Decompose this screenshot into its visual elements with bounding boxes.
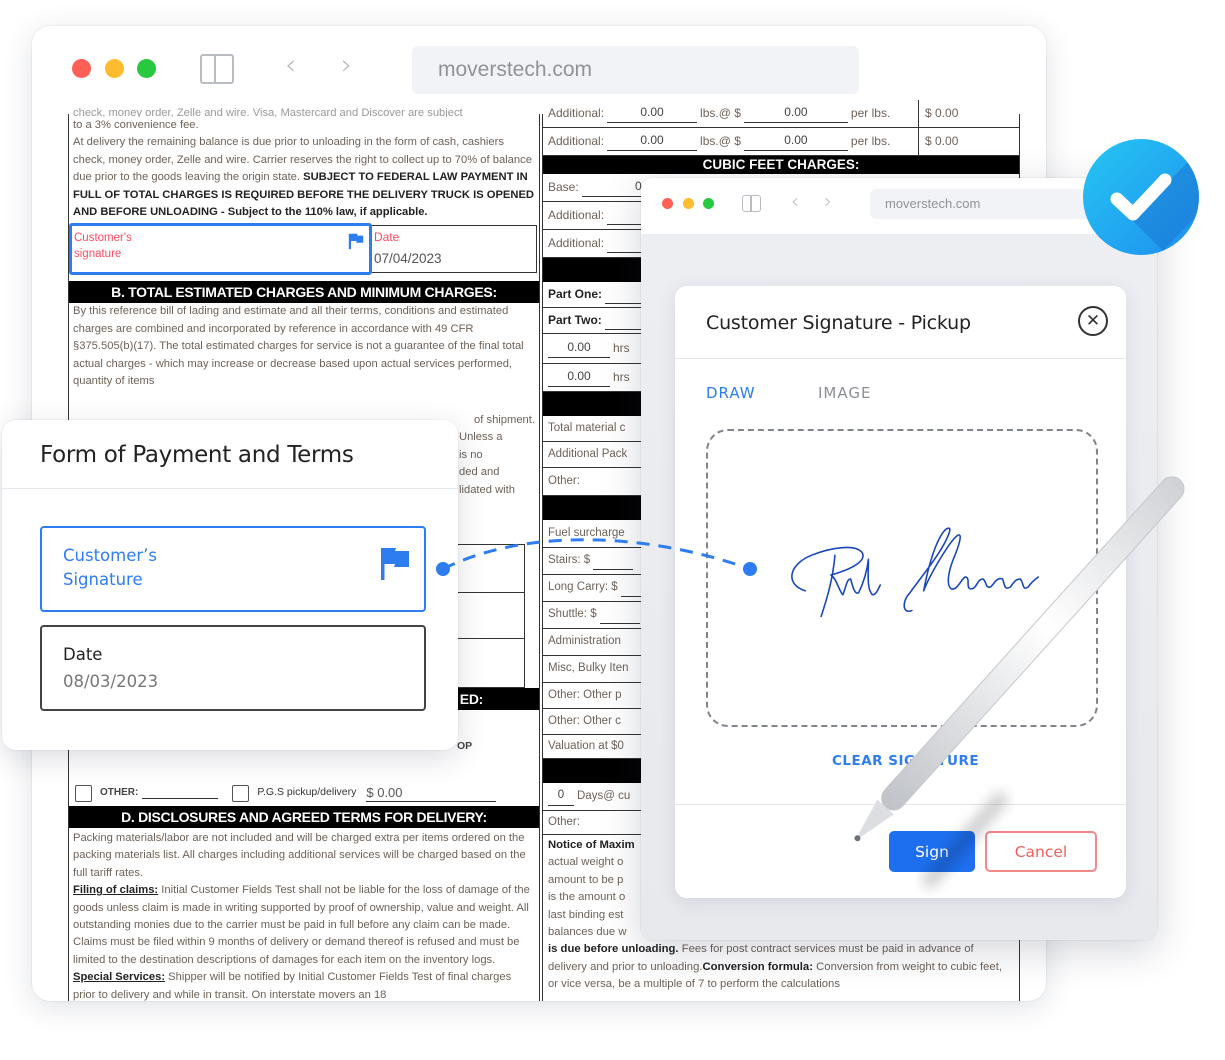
rate-value[interactable]: 0.00: [743, 132, 848, 151]
drawn-signature: [791, 527, 1039, 618]
row-total: $ 0.00: [918, 128, 1014, 155]
notice-continued: is due before unloading. Fees for post c…: [548, 941, 1014, 993]
payment-terms-text: At delivery the remaining balance is due…: [69, 134, 539, 221]
verified-check-icon: [1083, 139, 1199, 255]
rate-value[interactable]: 0.00: [743, 104, 848, 123]
special-services-label: Special Services:: [73, 971, 166, 984]
row-total: $ 0.00: [918, 100, 1014, 127]
clear-signature-link[interactable]: CLEAR SIGNATURE: [832, 753, 979, 769]
date-value: 07/04/2023: [374, 250, 442, 266]
forward-chevron-icon[interactable]: ›: [824, 189, 832, 213]
rate-unit: per lbs.: [850, 105, 891, 120]
tab-image[interactable]: IMAGE: [818, 384, 871, 402]
back-chevron-icon[interactable]: ‹: [285, 48, 296, 81]
front-browser-window: ‹ › moverstech.com Customer Signature - …: [641, 178, 1157, 940]
customer-signature-field[interactable]: Customer's signature: [69, 223, 372, 276]
close-icon[interactable]: ✕: [1078, 306, 1108, 336]
hours-unit: hrs: [613, 340, 630, 355]
pgs-amount: $ 0.00: [366, 784, 497, 803]
section-b-text: By this reference bill of lading and est…: [73, 305, 524, 388]
row-label: Additional:: [548, 105, 605, 120]
row-label: Additional:: [548, 207, 605, 222]
hours-unit: hrs: [613, 369, 630, 384]
other-input[interactable]: [142, 797, 219, 799]
special-services-text: Special Services: Shipper will be notifi…: [73, 969, 535, 1001]
modal-title: Customer Signature - Pickup: [706, 312, 971, 334]
card-title: Form of Payment and Terms: [40, 442, 354, 468]
terms-text: to a 3% convenience fee.: [73, 119, 199, 131]
conversion-label: Conversion formula:: [702, 960, 813, 973]
rate-unit: per lbs.: [850, 133, 891, 148]
close-window-button[interactable]: [662, 198, 673, 209]
lbs-unit: lbs.@ $: [700, 133, 741, 148]
customer-signature-label: Customer’s Signature: [63, 546, 157, 589]
terms-text-cut: check, money order, Zelle and wire. Visa…: [73, 107, 463, 117]
signature-modal: Customer Signature - Pickup ✕ DRAW IMAGE…: [675, 286, 1126, 898]
forward-chevron-icon[interactable]: ›: [341, 48, 352, 81]
lbs-unit: lbs.@ $: [700, 105, 741, 120]
option-text-fragment: OP: [457, 740, 473, 752]
flag-icon: [348, 234, 364, 250]
customer-signature-label: Customer's signature: [74, 232, 132, 261]
lbs-value[interactable]: 0.00: [607, 104, 698, 123]
maximize-window-button[interactable]: [703, 198, 714, 209]
hours-value[interactable]: 0.00: [548, 339, 610, 358]
back-chevron-icon[interactable]: ‹: [791, 189, 799, 213]
signature-date-field[interactable]: Date 07/04/2023: [372, 225, 537, 274]
row-label: Part Two:: [548, 312, 602, 327]
date-label: Date: [374, 230, 400, 245]
flag-icon: [381, 548, 409, 580]
sidebar-toggle-icon[interactable]: [742, 195, 761, 212]
filing-claims-body: Initial Customer Fields Test shall not b…: [73, 884, 530, 966]
close-window-button[interactable]: [72, 59, 91, 78]
signature-pad[interactable]: [706, 429, 1098, 727]
row-label: Additional:: [548, 235, 605, 250]
filing-claims-text: Filing of claims: Initial Customer Field…: [73, 882, 535, 969]
other-label: OTHER:: [100, 787, 139, 799]
row-label: Days@ cu: [577, 789, 631, 802]
tab-draw[interactable]: DRAW: [706, 384, 756, 402]
pgs-checkbox[interactable]: [232, 784, 250, 802]
row-label: Stairs: $: [548, 554, 591, 567]
section-d-title: D. DISCLOSURES AND AGREED TERMS FOR DELI…: [69, 806, 539, 828]
lbs-value[interactable]: 0.00: [607, 132, 698, 151]
divider: [675, 804, 1126, 805]
hours-value[interactable]: 0.00: [548, 368, 610, 387]
sidebar-toggle-icon[interactable]: [200, 54, 234, 84]
customer-signature-field[interactable]: Customer’s Signature: [40, 526, 426, 612]
minimize-window-button[interactable]: [105, 59, 124, 78]
date-value: 08/03/2023: [63, 672, 159, 691]
form-of-payment-card: Form of Payment and Terms Customer’s Sig…: [2, 420, 458, 750]
row-label: Part One:: [548, 286, 603, 301]
other-checkbox[interactable]: [75, 784, 92, 802]
filing-claims-label: Filing of claims:: [73, 884, 159, 897]
cancel-button[interactable]: Cancel: [985, 831, 1097, 872]
packing-terms-text: Packing materials/labor are not included…: [73, 832, 526, 879]
sign-button[interactable]: Sign: [889, 831, 975, 872]
page-overlay: Customer Signature - Pickup ✕ DRAW IMAGE…: [641, 234, 1157, 940]
row-label: Base:: [548, 179, 579, 194]
row-label: Additional:: [548, 133, 605, 148]
section-b-title: B. TOTAL ESTIMATED CHARGES AND MINIMUM C…: [69, 281, 539, 304]
divider: [2, 488, 458, 489]
row-label: Long Carry: $: [548, 581, 618, 594]
divider: [675, 358, 1126, 359]
browser-toolbar: ‹ › moverstech.com: [641, 178, 1157, 234]
address-bar[interactable]: moverstech.com: [412, 46, 859, 94]
maximize-window-button[interactable]: [137, 59, 156, 78]
weight-row: Additional: 0.00 lbs.@ $ 0.00 per lbs. $…: [543, 100, 1019, 128]
other-options-row: OTHER: P.G.S pickup/delivery $ 0.00: [69, 780, 539, 806]
minimize-window-button[interactable]: [683, 198, 694, 209]
date-field[interactable]: Date 08/03/2023: [40, 625, 426, 711]
cubic-value[interactable]: 0: [581, 178, 642, 197]
storage-days[interactable]: 0: [548, 787, 574, 806]
row-label: Shuttle: $: [548, 608, 597, 621]
signature-row: Customer's signature Date 07/04/2023: [69, 223, 539, 276]
pgs-label: P.G.S pickup/delivery: [257, 786, 357, 799]
cubic-feet-title: CUBIC FEET CHARGES:: [543, 156, 1019, 174]
weight-row: Additional: 0.00 lbs.@ $ 0.00 per lbs. $…: [543, 128, 1019, 156]
date-label: Date: [63, 645, 103, 664]
notice-bold: is due before unloading.: [548, 943, 679, 956]
section-d-text: Packing materials/labor are not included…: [69, 830, 539, 1001]
